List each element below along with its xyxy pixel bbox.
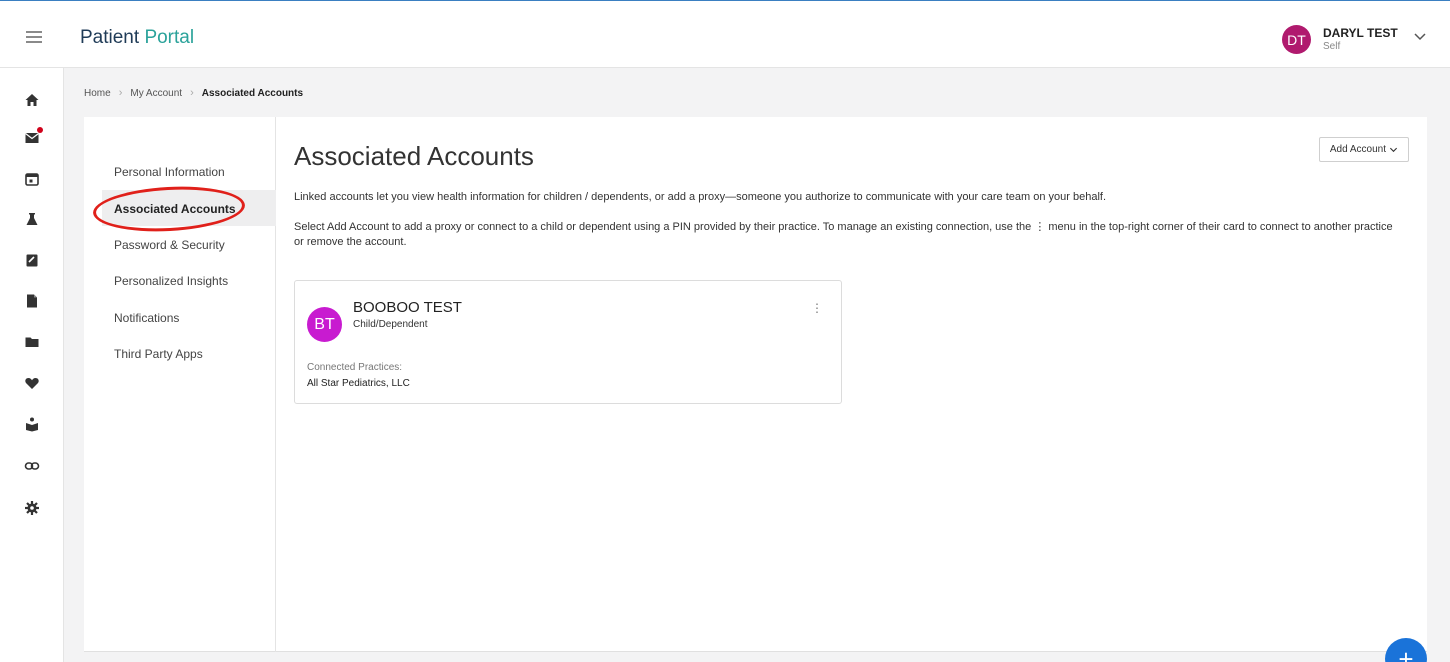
breadcrumb-chevron-icon: › [190, 87, 194, 99]
nav-rail [0, 68, 64, 662]
app-brand[interactable]: Patient Portal [80, 27, 194, 49]
chevron-down-icon[interactable] [1413, 29, 1427, 43]
link-icon[interactable] [24, 458, 40, 474]
account-side-menu: Personal Information Associated Accounts… [84, 117, 276, 652]
chevron-down-icon [1389, 147, 1398, 153]
add-account-button[interactable]: Add Account [1318, 137, 1409, 162]
heart-icon[interactable] [24, 375, 40, 391]
connected-practices-label: Connected Practices: [307, 362, 403, 373]
more-options-icon[interactable]: ⋮ [811, 301, 823, 315]
breadcrumb-chevron-icon: › [118, 87, 123, 99]
lab-flask-icon[interactable] [24, 211, 40, 227]
hamburger-menu-icon[interactable] [26, 31, 42, 43]
folder-icon[interactable] [24, 334, 40, 350]
menu-item-third-party-apps[interactable]: Third Party Apps [114, 347, 203, 361]
user-role: Self [1323, 41, 1341, 52]
user-menu[interactable]: DT DARYL TEST Self [1270, 1, 1450, 69]
breadcrumb-home[interactable]: Home [84, 88, 111, 99]
user-name: DARYL TEST [1323, 26, 1398, 40]
education-icon[interactable] [24, 416, 40, 432]
document-icon[interactable] [24, 293, 40, 309]
user-avatar: DT [1282, 25, 1311, 54]
breadcrumb-my-account[interactable]: My Account [130, 88, 182, 99]
page-title: Associated Accounts [294, 141, 534, 171]
description-add-account: Select Add Account to add a proxy or con… [294, 221, 1393, 248]
clipboard-icon[interactable] [24, 252, 40, 268]
description-linked-accounts: Linked accounts let you view health info… [294, 191, 1107, 203]
calendar-icon[interactable] [24, 171, 40, 187]
menu-item-password-security[interactable]: Password & Security [114, 238, 225, 252]
connected-practice-name: All Star Pediatrics, LLC [307, 378, 410, 389]
menu-item-personalized-insights[interactable]: Personalized Insights [114, 274, 228, 288]
menu-item-notifications[interactable]: Notifications [114, 311, 179, 325]
account-name: BOOBOO TEST [353, 299, 462, 316]
top-bar: Patient Portal DT DARYL TEST Self [0, 0, 1450, 68]
account-avatar: BT [307, 307, 342, 342]
content-panel: Personal Information Associated Accounts… [84, 117, 1427, 652]
associated-account-card: BT BOOBOO TEST Child/Dependent ⋮ Connect… [294, 280, 842, 404]
mail-icon[interactable] [24, 127, 43, 146]
account-type: Child/Dependent [353, 319, 428, 330]
brand-main: Patient [80, 27, 140, 48]
add-account-label: Add Account [1329, 144, 1386, 155]
gear-icon[interactable] [24, 500, 40, 516]
brand-accent: Portal [144, 27, 195, 48]
breadcrumb-current: Associated Accounts [201, 87, 304, 99]
notification-dot [37, 127, 43, 133]
home-icon[interactable] [24, 92, 40, 108]
breadcrumb: Home › My Account › Associated Accounts [84, 87, 303, 99]
menu-item-personal-information[interactable]: Personal Information [114, 165, 225, 179]
menu-item-associated-accounts[interactable]: Associated Accounts [114, 202, 236, 216]
